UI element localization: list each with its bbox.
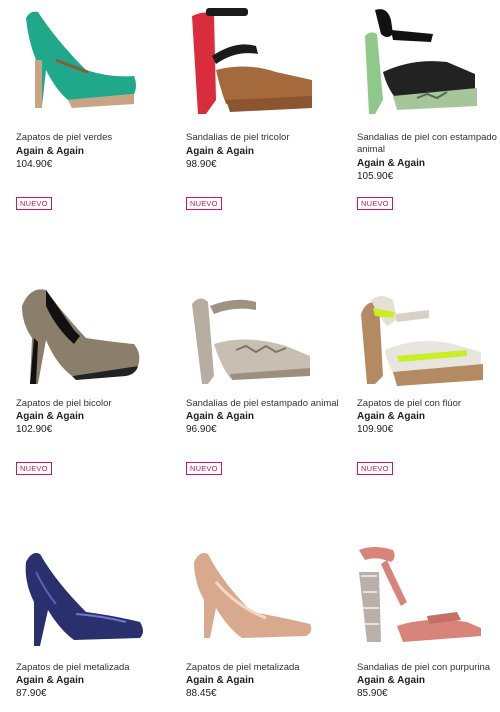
product-brand: Again & Again (16, 146, 84, 157)
product-name[interactable]: Zapatos de piel bicolor (16, 398, 176, 410)
product-grid: Zapatos de piel verdes Again & Again 104… (0, 0, 500, 712)
product-brand: Again & Again (186, 411, 254, 422)
product-price: 88.45€ (186, 688, 217, 699)
product-brand: Again & Again (16, 675, 84, 686)
new-badge: NUEVO (357, 197, 393, 210)
product-brand: Again & Again (186, 675, 254, 686)
metallic-gold-pump-icon[interactable] (186, 542, 346, 662)
product-card[interactable]: Zapatos de piel bicolor Again & Again 10… (16, 280, 176, 480)
product-name[interactable]: Zapatos de piel metalizada (186, 662, 346, 674)
product-price: 85.90€ (357, 688, 388, 699)
product-brand: Again & Again (186, 146, 254, 157)
product-name[interactable]: Sandalias de piel tricolor (186, 132, 346, 144)
product-card[interactable]: Zapatos de piel metalizada Again & Again… (16, 542, 176, 712)
new-badge: NUEVO (186, 197, 222, 210)
new-badge: NUEVO (16, 197, 52, 210)
product-card[interactable]: Zapatos de piel verdes Again & Again 104… (16, 0, 176, 220)
fluor-platform-shoe-icon[interactable] (357, 280, 500, 400)
product-brand: Again & Again (357, 411, 425, 422)
product-card[interactable]: Zapatos de piel con flúor Again & Again … (357, 280, 500, 480)
product-name[interactable]: Zapatos de piel metalizada (16, 662, 176, 674)
metallic-blue-pump-icon[interactable] (16, 542, 176, 662)
product-brand: Again & Again (357, 675, 425, 686)
product-name[interactable]: Zapatos de piel con flúor (357, 398, 500, 410)
product-price: 105.90€ (357, 171, 394, 182)
product-card[interactable]: Sandalias de piel con estampado animal A… (357, 0, 500, 220)
glitter-sandal-icon[interactable] (357, 542, 500, 662)
product-name[interactable]: Sandalias de piel estampado animal (186, 398, 346, 410)
product-price: 98.90€ (186, 159, 217, 170)
product-name[interactable]: Sandalias de piel con estampado animal (357, 132, 500, 156)
product-price: 104.90€ (16, 159, 53, 170)
product-card[interactable]: Zapatos de piel metalizada Again & Again… (186, 542, 346, 712)
new-badge: NUEVO (16, 462, 52, 475)
product-name[interactable]: Sandalias de piel con purpurina (357, 662, 500, 674)
tricolor-sandal-icon[interactable] (186, 0, 346, 120)
product-price: 87.90€ (16, 688, 47, 699)
product-card[interactable]: Sandalias de piel con purpurina Again & … (357, 542, 500, 712)
product-card[interactable]: Sandalias de piel estampado animal Again… (186, 280, 346, 480)
product-name[interactable]: Zapatos de piel verdes (16, 132, 176, 144)
product-brand: Again & Again (357, 158, 425, 169)
bicolor-pump-icon[interactable] (16, 280, 176, 400)
product-card[interactable]: Sandalias de piel tricolor Again & Again… (186, 0, 346, 220)
animal-print-sandal-icon[interactable] (357, 0, 500, 120)
product-price: 102.90€ (16, 424, 53, 435)
new-badge: NUEVO (357, 462, 393, 475)
product-brand: Again & Again (16, 411, 84, 422)
green-pump-shoe-icon[interactable] (16, 0, 176, 120)
new-badge: NUEVO (186, 462, 222, 475)
snake-print-sandal-icon[interactable] (186, 280, 346, 400)
product-price: 96.90€ (186, 424, 217, 435)
product-price: 109.90€ (357, 424, 394, 435)
